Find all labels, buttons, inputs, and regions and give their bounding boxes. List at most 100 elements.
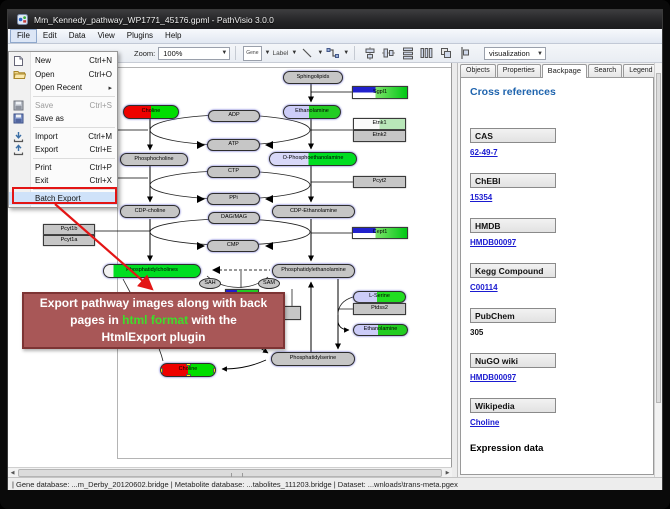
pathway-node-phosphatidylcholines[interactable]: Phosphatidylcholines (103, 264, 201, 278)
title-bar[interactable]: Mm_Kennedy_pathway_WP1771_45176.gpml - P… (8, 10, 662, 29)
pathway-node-atp[interactable]: ATP (207, 139, 260, 151)
pathway-node-pcyt1a[interactable]: Pcyt1a (43, 235, 95, 246)
file-menu-item-open[interactable]: OpenCtrl+O (9, 68, 117, 82)
status-bar: | Gene database: ...m_Derby_20120602.bri… (8, 477, 662, 490)
menu-item-view[interactable]: View (92, 29, 121, 43)
node-label: Phosphatidylethanolamine (281, 268, 346, 274)
pathway-node-o-phosphoethanolamine[interactable]: O-Phosphoethanolamine (269, 152, 357, 166)
tab-search[interactable]: Search (588, 64, 622, 78)
connector-dropdown-arrow[interactable]: ▼ (343, 50, 349, 56)
add-datanode-button[interactable]: Gene (243, 46, 261, 61)
scrollbar-thumb[interactable] (656, 73, 661, 403)
crossref-link[interactable]: 62-49-7 (470, 148, 653, 161)
crossref-link[interactable]: Choline (470, 418, 653, 431)
align-middle-button[interactable] (381, 46, 396, 61)
menu-item-label: Open Recent (35, 83, 82, 92)
crossref-section-kegg-compound: Kegg CompoundC00114 (470, 263, 653, 296)
selection-handle[interactable] (186, 374, 191, 377)
file-menu-item-import[interactable]: ImportCtrl+M (9, 130, 117, 144)
menu-shortcut: Ctrl+P (90, 163, 112, 172)
add-label-button[interactable]: Label (272, 46, 288, 61)
file-menu-item-save-as[interactable]: Save as (9, 112, 117, 126)
file-menu-item-export[interactable]: ExportCtrl+E (9, 143, 117, 157)
pathway-node-phosphatidylethanolamine[interactable]: Phosphatidylethanolamine (272, 264, 355, 278)
file-menu-item-open-recent[interactable]: Open Recent▸ (9, 81, 117, 95)
file-menu-item-print[interactable]: PrintCtrl+P (9, 161, 117, 175)
pathway-node-ctp[interactable]: CTP (207, 166, 260, 178)
crossref-link[interactable]: C00114 (470, 283, 653, 296)
selection-handle[interactable] (213, 368, 216, 373)
file-menu-item-save[interactable]: SaveCtrl+S (9, 99, 117, 113)
pathway-node-cmp[interactable]: CMP (207, 240, 259, 252)
menu-item-plugins[interactable]: Plugins (121, 29, 159, 43)
menu-item-data[interactable]: Data (63, 29, 92, 43)
pathway-node-dag-mag[interactable]: DAG/MAG (208, 212, 260, 224)
pathway-node-etnk1[interactable]: Etnk1 (353, 118, 406, 130)
crossref-link[interactable]: HMDB00097 (470, 238, 653, 251)
zoom-combobox[interactable]: 100% ▼ (158, 47, 230, 60)
pathway-node-etnk2[interactable]: Etnk2 (353, 130, 406, 142)
distribute-horizontal-button[interactable] (419, 46, 434, 61)
pathway-node[interactable] (283, 306, 301, 320)
distribute-vertical-button[interactable] (400, 46, 415, 61)
toolbar-separator (235, 46, 236, 60)
pathway-node-sphingolipids[interactable]: Sphingolipids (283, 71, 343, 84)
pathway-node-cdp-ethanolamine[interactable]: CDP-Ethanolamine (272, 205, 355, 218)
pathway-node-pcyt2[interactable]: Pcyt2 (353, 176, 406, 188)
selection-handle[interactable] (186, 363, 191, 366)
visualization-combobox[interactable]: visualization ▼ (484, 47, 546, 60)
crossref-section-chebi: ChEBI15354 (470, 173, 653, 206)
node-label: SAM (263, 281, 275, 287)
scroll-left-arrow-icon[interactable]: ◀ (8, 469, 17, 477)
crossref-link[interactable]: 15354 (470, 193, 653, 206)
connector-tool-button[interactable] (325, 46, 340, 61)
menu-item-label: Save as (35, 114, 64, 123)
selection-handle[interactable] (160, 363, 163, 366)
align-edge-button[interactable] (457, 46, 472, 61)
pathway-node-choline[interactable]: Choline (123, 105, 179, 119)
tab-objects[interactable]: Objects (460, 64, 496, 78)
menu-item-edit[interactable]: Edit (37, 29, 63, 43)
tab-properties[interactable]: Properties (497, 64, 541, 78)
canvas-horizontal-scrollbar[interactable]: ◀ ▶ (8, 467, 452, 477)
backpage-panel[interactable]: Cross references CAS62-49-7ChEBI15354HMD… (460, 77, 654, 475)
node-label: SAH (204, 281, 215, 287)
panel-vertical-scrollbar[interactable] (654, 63, 662, 477)
pathway-node-choline[interactable]: Choline (160, 363, 216, 377)
pathway-node-cept1[interactable]: Cept1 (352, 227, 408, 239)
node-label: Sphingolipids (297, 75, 330, 81)
menu-item-help[interactable]: Help (159, 29, 187, 43)
datanode-dropdown-arrow[interactable]: ▼ (265, 50, 271, 56)
pathway-node-sah[interactable]: SAH (199, 278, 221, 289)
pathway-node-pcyt1b[interactable]: Pcyt1b (43, 224, 95, 235)
node-label: Phosphatidylserine (290, 356, 336, 362)
line-dropdown-arrow[interactable]: ▼ (317, 50, 323, 56)
crossref-link[interactable]: HMDB00097 (470, 373, 653, 386)
pathway-node-sgpl1[interactable]: Sgpl1 (352, 86, 408, 99)
selection-handle[interactable] (160, 368, 163, 373)
pathway-node-ethanolamine[interactable]: Ethanolamine (353, 324, 408, 336)
pathway-node-ptdss2[interactable]: Ptdss2 (353, 303, 406, 315)
file-menu-item-batch-export[interactable]: Batch Export (9, 192, 117, 206)
pathway-node-ppi[interactable]: PPi (207, 193, 260, 205)
pathway-node-adp[interactable]: ADP (208, 110, 260, 122)
pathway-node-phosphocholine[interactable]: Phosphocholine (120, 153, 188, 166)
label-dropdown-arrow[interactable]: ▼ (291, 50, 297, 56)
scroll-right-arrow-icon[interactable]: ▶ (443, 469, 452, 477)
file-menu-item-exit[interactable]: ExitCtrl+X (9, 174, 117, 188)
zoom-value: 100% (163, 49, 182, 58)
pathway-node-phosphatidylserine[interactable]: Phosphatidylserine (271, 352, 355, 366)
pathway-node-sam[interactable]: SAM (258, 278, 280, 289)
annotation-callout: Export pathway images along with back pa… (22, 292, 285, 349)
pathway-node-ethanolamine[interactable]: Ethanolamine (283, 105, 341, 119)
common-size-button[interactable] (438, 46, 453, 61)
node-label: Ethanolamine (295, 109, 329, 115)
tab-backpage[interactable]: Backpage (542, 64, 587, 78)
line-tool-button[interactable] (299, 46, 314, 61)
align-center-button[interactable] (362, 46, 377, 61)
pathway-node-cdp-choline[interactable]: CDP-choline (120, 205, 180, 218)
menu-item-file[interactable]: File (10, 29, 37, 43)
file-menu-item-new[interactable]: NewCtrl+N (9, 54, 117, 68)
pathway-node-l-serine[interactable]: L-Serine (353, 291, 406, 303)
scrollbar-thumb[interactable] (18, 469, 442, 477)
